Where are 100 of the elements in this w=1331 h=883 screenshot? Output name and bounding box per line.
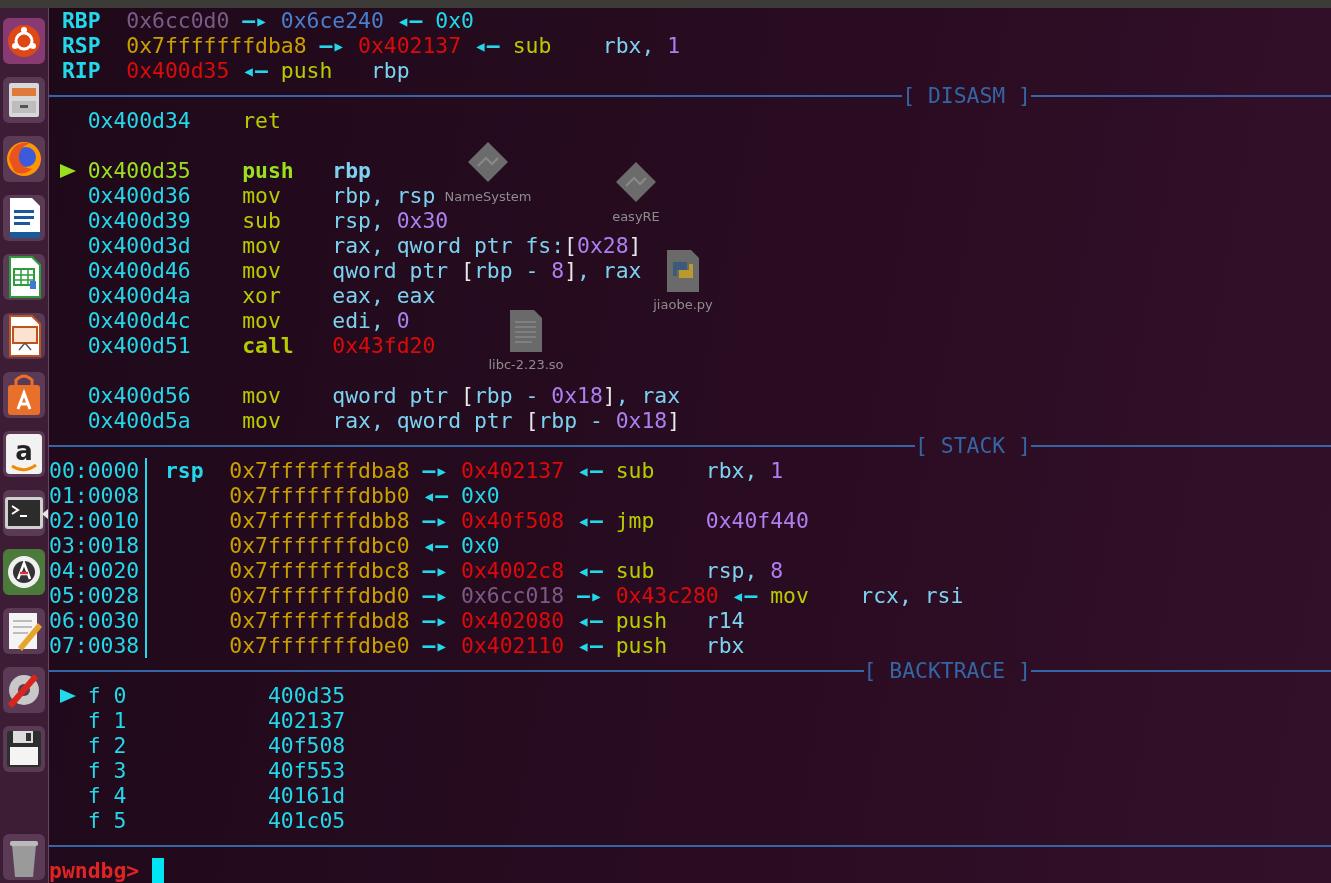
trash-icon[interactable] <box>2 831 46 883</box>
operand-text: rbp - <box>474 383 540 408</box>
operand-text: , rax <box>615 383 681 408</box>
instruction-mnemonic: push <box>615 633 669 658</box>
stack-offset: 01:0008 <box>49 483 140 508</box>
pointer-arrow: —▸ <box>422 558 449 583</box>
operand-text: [ <box>461 258 474 283</box>
stack-address: 0x7fffffffdbd0 <box>229 583 410 608</box>
frame-address: 40f553 <box>267 758 346 783</box>
operand-text: rax, qword ptr fs: <box>332 233 565 258</box>
operand-text: rbp - <box>538 408 604 433</box>
stack-address: 0x7fffffffdba8 <box>126 33 307 58</box>
instruction-mnemonic: sub <box>512 33 553 58</box>
operand-text: , rax <box>577 258 642 283</box>
operand-text: 8 <box>551 258 565 283</box>
value-text: 0x0 <box>435 8 474 33</box>
code-address: 0x40f508 <box>461 508 565 533</box>
notepad-pencil-icon[interactable] <box>2 605 46 657</box>
stack-address: 0x7fffffffdbe0 <box>229 633 410 658</box>
operand-text: ] <box>667 408 681 433</box>
stack-offset: 05:0028 <box>49 583 140 608</box>
operand-text: rbx, <box>602 33 656 58</box>
operand-text: rbx <box>705 633 745 658</box>
instruction-mnemonic: jmp <box>615 508 656 533</box>
instruction-address: 0x400d56 <box>87 383 192 408</box>
shopping-bag-icon[interactable] <box>2 369 46 421</box>
pointer-arrow: —▸ <box>242 8 268 33</box>
instruction-mnemonic: call <box>242 333 295 358</box>
stack-offset: 03:0018 <box>49 533 140 558</box>
operand-text: rbp - <box>474 258 540 283</box>
pointer-arrow: ◂— <box>474 33 500 58</box>
frame-address: 401c05 <box>267 808 346 833</box>
pointer-arrow: —▸ <box>422 633 449 658</box>
browser-globe-icon[interactable] <box>2 133 46 185</box>
pointer-arrow: ◂— <box>577 458 603 483</box>
pointer-arrow: —▸ <box>422 608 449 633</box>
value-text: 0x0 <box>461 483 500 508</box>
instruction-mnemonic: xor <box>242 283 282 308</box>
code-address: 0x4002c8 <box>461 558 565 583</box>
operand-text: edi, <box>332 308 385 333</box>
pointer-arrow: ◂— <box>731 583 758 608</box>
file-cabinet-icon[interactable] <box>2 74 46 126</box>
spreadsheet-icon[interactable] <box>2 251 46 303</box>
value-text: 0x0 <box>461 533 500 558</box>
operand-text: rbp, rsp <box>332 183 436 208</box>
stack-offset: 07:0038 <box>49 633 140 658</box>
frame-number: f 3 <box>87 758 128 783</box>
instruction-mnemonic: push <box>615 608 669 633</box>
register-label: rsp <box>164 458 204 483</box>
desktop-icon-label[interactable]: easyRE <box>612 209 660 225</box>
code-address: 0x402137 <box>461 458 565 483</box>
frame-address: 40f508 <box>267 733 346 758</box>
instruction-address: 0x400d36 <box>87 183 192 208</box>
section-title: [ BACKTRACE ] <box>863 658 1031 683</box>
operand-text: eax, eax <box>332 283 436 308</box>
stack-address: 0x7fffffffdbc8 <box>229 558 410 583</box>
pointer-arrow: ◂— <box>396 8 423 33</box>
operand-text: rsp, <box>332 208 385 233</box>
register-name: RIP <box>61 58 102 83</box>
number-text: 1 <box>667 33 681 58</box>
code-address: 0x402110 <box>461 633 565 658</box>
amazon-icon[interactable]: a <box>2 428 46 480</box>
document-icon[interactable] <box>2 192 46 244</box>
instruction-address: 0x400d34 <box>87 108 192 133</box>
operand-text: rax, qword ptr <box>332 408 514 433</box>
instruction-address: 0x400d46 <box>87 258 192 283</box>
stack-address: 0x7fffffffdbb8 <box>229 508 410 533</box>
frame-number: f 0 <box>87 683 128 708</box>
operand-text: 0x18 <box>615 408 668 433</box>
instruction-address: 0x400d51 <box>87 333 192 358</box>
pointer-arrow: —▸ <box>422 458 449 483</box>
desktop-icon-label[interactable]: NameSystem <box>444 189 532 205</box>
operand-text: qword ptr <box>332 383 450 408</box>
pointer-arrow: ◂— <box>422 483 449 508</box>
number-text: 0x40f440 <box>705 508 809 533</box>
ubuntu-logo-icon[interactable] <box>2 15 46 67</box>
presentation-icon[interactable] <box>2 310 46 362</box>
operand-text: [ <box>461 383 474 408</box>
pointer-arrow: —▸ <box>422 583 449 608</box>
desktop-icon-label[interactable]: jiaobe.py <box>653 297 713 313</box>
instruction-address: 0x400d35 <box>87 158 192 183</box>
operand-text: rcx, rsi <box>860 583 964 608</box>
operand-text: qword ptr <box>332 258 450 283</box>
stack-offset: 04:0020 <box>49 558 140 583</box>
instruction-mnemonic: sub <box>615 558 656 583</box>
instruction-mnemonic: mov <box>770 583 810 608</box>
section-title: [ STACK ] <box>915 433 1031 458</box>
text-cursor[interactable] <box>152 858 165 883</box>
pointer-value: 0x6ce240 <box>280 8 384 33</box>
number-text: 1 <box>770 458 784 483</box>
frame-number: f 2 <box>87 733 128 758</box>
operand-text: rbp <box>370 58 410 83</box>
terminal-icon[interactable] <box>2 487 46 539</box>
stack-offset: 00:0000 <box>49 458 140 483</box>
instruction-address: 0x400d4c <box>87 308 192 333</box>
instruction-address: 0x400d5a <box>87 408 192 433</box>
desktop-icon-label[interactable]: libc-2.23.so <box>488 357 564 373</box>
pointer-arrow: —▸ <box>422 508 449 533</box>
section-title: [ DISASM ] <box>902 83 1031 108</box>
stack-address: 0x7fffffffdbb0 <box>229 483 410 508</box>
